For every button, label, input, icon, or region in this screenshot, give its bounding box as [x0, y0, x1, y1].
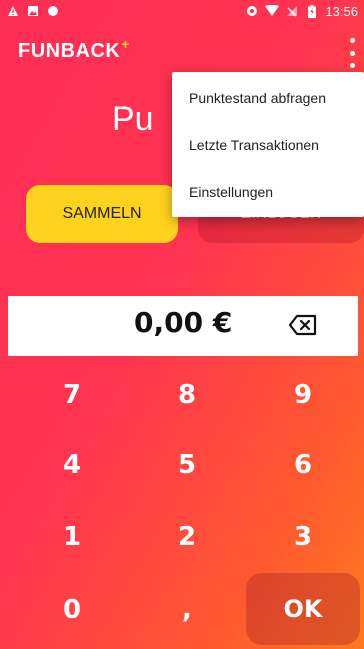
alert-icon: [6, 4, 20, 18]
menu-item-transaktionen[interactable]: Letzte Transaktionen: [189, 137, 319, 153]
status-bar: 13:56: [0, 0, 364, 22]
key-9[interactable]: 9: [263, 365, 343, 425]
menu-item-punktestand[interactable]: Punktestand abfragen: [189, 90, 326, 106]
more-vert-icon[interactable]: [346, 38, 358, 68]
key-0[interactable]: 0: [32, 580, 112, 640]
key-1[interactable]: 1: [32, 507, 112, 567]
sync-icon: [245, 4, 259, 18]
status-right: 13:56: [245, 4, 358, 19]
circle-icon: [46, 4, 60, 18]
logo-text: FUNBACK: [18, 40, 121, 62]
wifi-icon: [265, 4, 280, 18]
sammeln-button[interactable]: SAMMELN: [26, 185, 178, 243]
key-8[interactable]: 8: [147, 365, 227, 425]
key-7[interactable]: 7: [32, 365, 112, 425]
key-5[interactable]: 5: [147, 435, 227, 495]
funback-logo: FUNBACK+: [18, 36, 130, 63]
app-bar: FUNBACK+: [0, 28, 364, 68]
key-3[interactable]: 3: [263, 507, 343, 567]
page-title: Pu: [112, 100, 154, 138]
key-comma[interactable]: ,: [147, 580, 227, 640]
amount-field: 0,00 €: [8, 296, 358, 356]
image-icon: [26, 4, 40, 18]
status-time: 13:56: [325, 3, 358, 19]
amount-value: 0,00 €: [134, 306, 233, 339]
menu-item-einstellungen[interactable]: Einstellungen: [189, 184, 273, 200]
status-left: [6, 4, 60, 18]
ok-button[interactable]: OK: [246, 573, 360, 645]
app-screen: 13:56 FUNBACK+ Pu SAMMELN EINLÖSEN 0,00 …: [0, 0, 364, 649]
backspace-icon[interactable]: [288, 313, 318, 337]
key-4[interactable]: 4: [32, 435, 112, 495]
key-6[interactable]: 6: [263, 435, 343, 495]
signal-icon: [285, 4, 299, 18]
logo-plus: +: [121, 36, 131, 52]
key-2[interactable]: 2: [147, 507, 227, 567]
overflow-menu: Punktestand abfragen Letzte Transaktione…: [172, 72, 364, 217]
battery-icon: [305, 4, 319, 18]
